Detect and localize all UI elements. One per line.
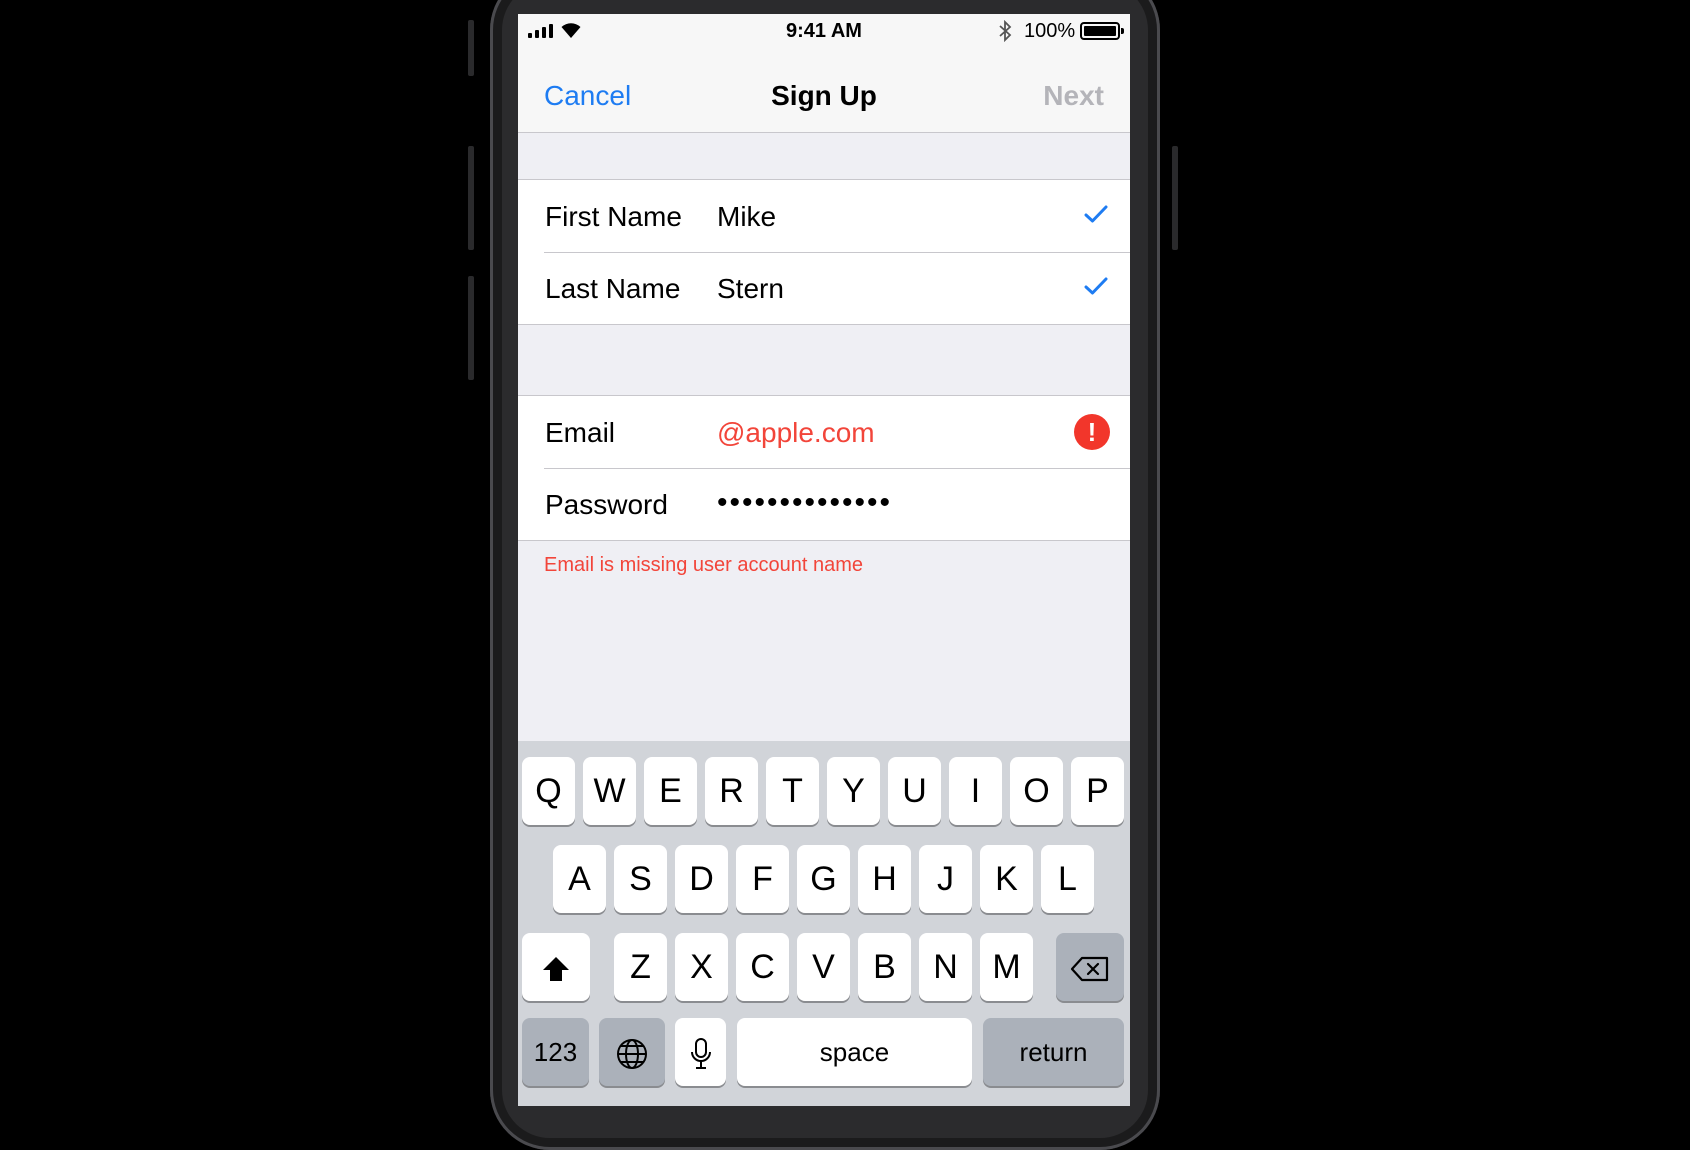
key-n[interactable]: N bbox=[919, 933, 972, 1001]
first-name-row[interactable]: First Name Mike bbox=[518, 180, 1130, 252]
keyboard: Q W E R T Y U I O P A S D F G H J K L Z … bbox=[518, 741, 1130, 1106]
key-q[interactable]: Q bbox=[522, 757, 575, 825]
key-c[interactable]: C bbox=[736, 933, 789, 1001]
password-row[interactable]: Password •••••••••••••• bbox=[518, 468, 1130, 540]
password-label: Password bbox=[545, 489, 668, 520]
volume-up-button bbox=[468, 146, 474, 250]
navigation-bar: Cancel Sign Up Next bbox=[518, 48, 1130, 133]
key-i[interactable]: I bbox=[949, 757, 1002, 825]
key-o[interactable]: O bbox=[1010, 757, 1063, 825]
password-field[interactable]: •••••••••••••• bbox=[717, 486, 892, 520]
key-m[interactable]: M bbox=[980, 933, 1033, 1001]
return-key[interactable]: return bbox=[983, 1018, 1124, 1086]
key-u[interactable]: U bbox=[888, 757, 941, 825]
screen: 9:41 AM 100% Cancel Sign Up Next First N… bbox=[518, 14, 1130, 1106]
email-field[interactable]: @apple.com bbox=[717, 417, 875, 449]
microphone-icon bbox=[690, 1038, 711, 1070]
key-f[interactable]: F bbox=[736, 845, 789, 913]
key-e[interactable]: E bbox=[644, 757, 697, 825]
mute-switch bbox=[468, 20, 474, 76]
checkmark-icon bbox=[1084, 205, 1108, 223]
status-bar: 9:41 AM 100% bbox=[518, 14, 1130, 48]
key-l[interactable]: L bbox=[1041, 845, 1094, 913]
checkmark-icon bbox=[1084, 277, 1108, 295]
battery-percentage: 100% bbox=[1024, 20, 1076, 42]
last-name-label: Last Name bbox=[545, 273, 681, 304]
dictation-key[interactable] bbox=[675, 1018, 726, 1086]
account-section: Email @apple.com ! Password ••••••••••••… bbox=[518, 395, 1130, 541]
email-label: Email bbox=[545, 417, 616, 448]
key-b[interactable]: B bbox=[858, 933, 911, 1001]
key-g[interactable]: G bbox=[797, 845, 850, 913]
error-alert-icon[interactable]: ! bbox=[1074, 414, 1110, 450]
next-button[interactable]: Next bbox=[1043, 80, 1104, 112]
shift-key[interactable] bbox=[522, 933, 590, 1001]
volume-down-button bbox=[468, 276, 474, 380]
battery-icon bbox=[1080, 22, 1124, 40]
email-error-message: Email is missing user account name bbox=[544, 554, 864, 576]
key-a[interactable]: A bbox=[553, 845, 606, 913]
key-w[interactable]: W bbox=[583, 757, 636, 825]
last-name-row[interactable]: Last Name Stern bbox=[518, 252, 1130, 324]
first-name-field[interactable]: Mike bbox=[717, 201, 776, 233]
key-z[interactable]: Z bbox=[614, 933, 667, 1001]
power-button bbox=[1172, 146, 1178, 250]
first-name-label: First Name bbox=[545, 201, 682, 232]
space-key[interactable]: space bbox=[737, 1018, 972, 1086]
key-k[interactable]: K bbox=[980, 845, 1033, 913]
key-d[interactable]: D bbox=[675, 845, 728, 913]
key-s[interactable]: S bbox=[614, 845, 667, 913]
bluetooth-icon bbox=[999, 20, 1012, 42]
key-v[interactable]: V bbox=[797, 933, 850, 1001]
email-row[interactable]: Email @apple.com ! bbox=[518, 396, 1130, 468]
globe-icon bbox=[617, 1039, 647, 1070]
key-r[interactable]: R bbox=[705, 757, 758, 825]
shift-arrow-icon bbox=[543, 957, 569, 982]
key-x[interactable]: X bbox=[675, 933, 728, 1001]
page-title: Sign Up bbox=[771, 80, 877, 111]
key-y[interactable]: Y bbox=[827, 757, 880, 825]
name-section: First Name Mike Last Name Stern bbox=[518, 179, 1130, 325]
numbers-key[interactable]: 123 bbox=[522, 1018, 589, 1086]
backspace-icon bbox=[1070, 956, 1109, 982]
delete-key[interactable] bbox=[1056, 933, 1124, 1001]
key-h[interactable]: H bbox=[858, 845, 911, 913]
key-j[interactable]: J bbox=[919, 845, 972, 913]
key-p[interactable]: P bbox=[1071, 757, 1124, 825]
key-t[interactable]: T bbox=[766, 757, 819, 825]
globe-key[interactable] bbox=[599, 1018, 665, 1086]
last-name-field[interactable]: Stern bbox=[717, 273, 784, 305]
